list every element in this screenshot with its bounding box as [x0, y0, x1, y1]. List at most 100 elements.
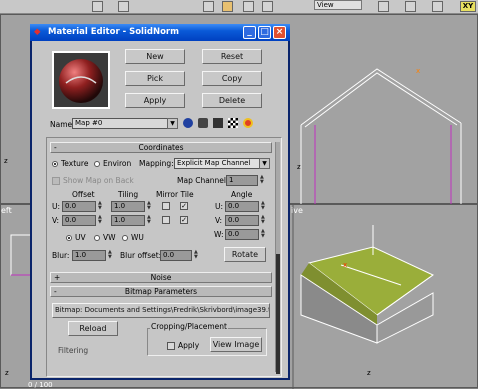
blur-field[interactable]: 1.0 [72, 250, 106, 261]
material-map-navigator-icon[interactable] [183, 118, 193, 128]
u-angle-spinner-icon[interactable]: ▲ ▼ [261, 201, 267, 212]
coordinates-header-label: Coordinates [138, 143, 184, 152]
v-label: V: [52, 216, 60, 225]
noise-header-label: Noise [150, 273, 172, 282]
rotate-button[interactable]: Rotate [224, 247, 266, 262]
copy-button[interactable]: Copy [202, 71, 262, 86]
map-name-dropdown-icon[interactable]: ▼ [167, 118, 178, 129]
blur-offset-field[interactable]: 0.0 [160, 250, 192, 261]
map-name-field[interactable]: Map #0 [72, 118, 178, 129]
u-offset-spinner-icon[interactable]: ▲ ▼ [98, 201, 104, 212]
vw-label: VW [103, 233, 116, 242]
show-map-icon[interactable] [243, 118, 253, 128]
go-to-parent-icon[interactable] [198, 118, 208, 128]
pivot-icon[interactable] [378, 1, 389, 12]
u-angle-field[interactable]: 0.0 [225, 201, 259, 212]
maximize-button[interactable]: □ [258, 26, 271, 39]
u-mirror-checkbox[interactable] [162, 202, 170, 210]
environ-radio[interactable] [94, 161, 100, 167]
vw-radio[interactable] [94, 235, 100, 241]
v-offset-field[interactable]: 0.0 [62, 215, 96, 226]
rotate-tool-icon[interactable] [243, 1, 254, 12]
u-tiling-field[interactable]: 1.0 [111, 201, 145, 212]
u-offset-field[interactable]: 0.0 [62, 201, 96, 212]
mapping-dropdown[interactable]: Explicit Map Channel [174, 158, 270, 169]
view-dropdown[interactable]: View [314, 0, 362, 10]
bitmap-path-button[interactable]: Bitmap: Documents and Settings\Fredrik\S… [52, 303, 270, 318]
reload-button[interactable]: Reload [68, 321, 118, 336]
go-forward-sibling-icon[interactable] [213, 118, 223, 128]
svg-text:x: x [416, 67, 420, 75]
window-title: Material Editor - SolidNorm [48, 27, 179, 37]
w-angle-spinner-icon[interactable]: ▲ ▼ [261, 229, 267, 240]
wu-label: WU [131, 233, 144, 242]
mapping-dropdown-arrow-icon[interactable]: ▼ [259, 158, 270, 169]
v-offset-spinner-icon[interactable]: ▲ ▼ [98, 215, 104, 226]
w-angle-field[interactable]: 0.0 [225, 229, 259, 240]
axis-constraint-icon[interactable]: XY [460, 1, 476, 12]
close-button[interactable]: × [273, 26, 286, 39]
reset-button[interactable]: Reset [202, 49, 262, 64]
uv-radio[interactable] [66, 235, 72, 241]
delete-button[interactable]: Delete [202, 93, 262, 108]
select-object-icon[interactable] [203, 1, 214, 12]
blur-label: Blur: [52, 251, 70, 260]
new-button[interactable]: New [125, 49, 185, 64]
tiling-column-label: Tiling [118, 190, 139, 199]
mirror-tile-column-label: Mirror Tile [156, 190, 194, 199]
show-map-on-back-checkbox[interactable] [52, 177, 60, 185]
v-angle-field[interactable]: 0.0 [225, 215, 259, 226]
coordinates-collapse-icon: - [54, 143, 57, 152]
window-titlebar[interactable]: ◆ Material Editor - SolidNorm _ □ × [30, 24, 290, 41]
w-angle-label: W: [214, 230, 224, 239]
u-label: U: [52, 202, 61, 211]
v-tiling-spinner-icon[interactable]: ▲ ▼ [147, 215, 153, 226]
map-channel-field[interactable]: 1 [226, 175, 258, 186]
app-icon: ◆ [34, 27, 41, 37]
bitmap-rollout-header[interactable]: - Bitmap Parameters [50, 286, 272, 297]
background-checker-icon[interactable] [228, 118, 238, 128]
snap-icon[interactable] [432, 1, 443, 12]
minimize-button[interactable]: _ [243, 26, 256, 39]
material-sample-slot[interactable] [52, 51, 110, 109]
mapping-label: Mapping: [139, 159, 174, 168]
v-angle-spinner-icon[interactable]: ▲ ▼ [261, 215, 267, 226]
svg-text:x: x [343, 261, 347, 269]
coordinates-rollout-header[interactable]: - Coordinates [50, 142, 272, 153]
v-tiling-field[interactable]: 1.0 [111, 215, 145, 226]
bitmap-collapse-icon: - [54, 287, 57, 296]
select-region-icon[interactable] [118, 1, 129, 12]
rollout-scrollbar[interactable] [275, 142, 280, 374]
v-angle-label: V: [215, 216, 223, 225]
u-tile-checkbox[interactable]: ✓ [180, 202, 188, 210]
wu-radio[interactable] [122, 235, 128, 241]
name-label: Name [50, 120, 73, 129]
material-editor-window: ◆ Material Editor - SolidNorm _ □ × New … [30, 24, 290, 380]
svg-text:z: z [367, 369, 371, 377]
v-mirror-checkbox[interactable] [162, 216, 170, 224]
pick-button[interactable]: Pick [125, 71, 185, 86]
select-tool-icon[interactable] [92, 1, 103, 12]
scale-tool-icon[interactable] [262, 1, 273, 12]
cropping-apply-checkbox[interactable] [167, 342, 175, 350]
mirror-icon[interactable] [405, 1, 416, 12]
cropping-apply-label: Apply [178, 341, 200, 350]
view-image-button[interactable]: View Image [210, 337, 262, 352]
blur-spinner-icon[interactable]: ▲ ▼ [108, 250, 114, 261]
map-channel-spinner-icon[interactable]: ▲ ▼ [260, 175, 266, 186]
texture-radio[interactable] [52, 161, 58, 167]
svg-text:z: z [5, 369, 9, 377]
offset-column-label: Offset [72, 190, 95, 199]
move-tool-icon[interactable] [222, 1, 233, 12]
scrollbar-thumb[interactable] [276, 254, 280, 374]
uv-label: UV [75, 233, 86, 242]
u-tiling-spinner-icon[interactable]: ▲ ▼ [147, 201, 153, 212]
apply-button[interactable]: Apply [125, 93, 185, 108]
axis-gizmo-icon-right: z [297, 163, 301, 171]
v-tile-checkbox[interactable]: ✓ [180, 216, 188, 224]
main-toolbar: View XY [0, 0, 478, 14]
noise-rollout-header[interactable]: + Noise [50, 272, 272, 283]
environ-label: Environ [103, 159, 132, 168]
blur-offset-spinner-icon[interactable]: ▲ ▼ [194, 250, 200, 261]
map-channel-label: Map Channel: [177, 176, 229, 185]
